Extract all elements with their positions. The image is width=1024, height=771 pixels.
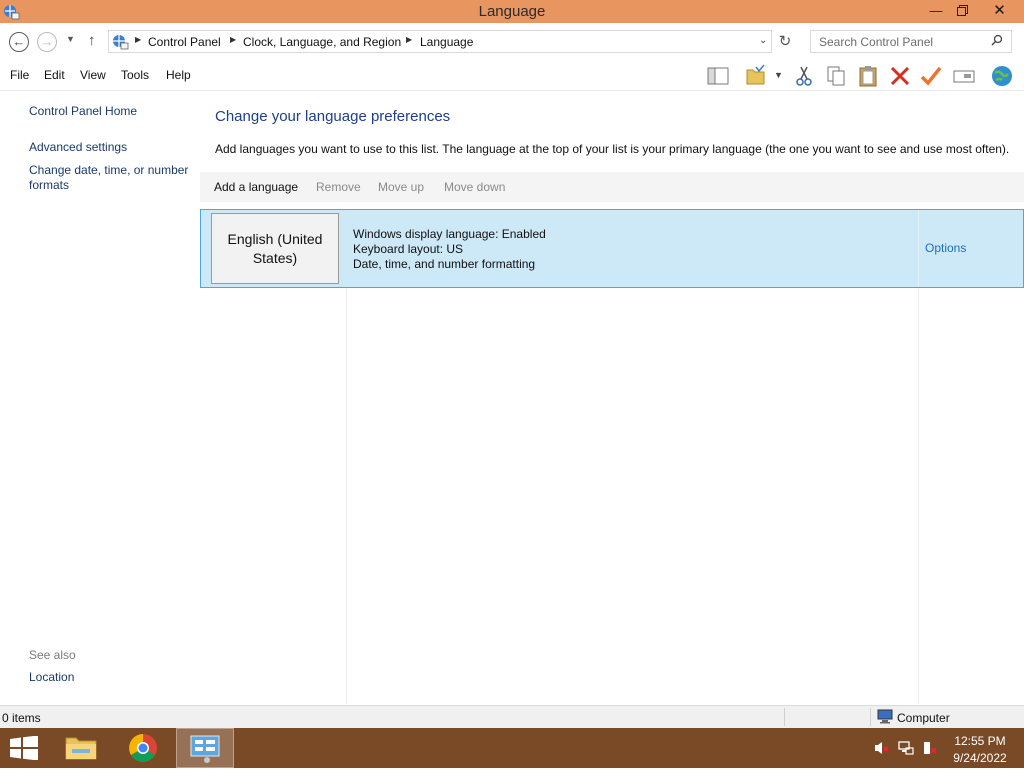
forward-button[interactable]: → — [37, 32, 57, 52]
formatting-status: Date, time, and number formatting — [353, 257, 536, 271]
up-button[interactable]: ↑ — [88, 32, 96, 49]
refresh-button[interactable]: ↻ — [775, 32, 795, 52]
language-tile[interactable]: English (United States) — [211, 213, 339, 284]
address-bar[interactable]: ▶ Control Panel ▶ Clock, Language, and R… — [108, 30, 772, 53]
menu-help[interactable]: Help — [166, 68, 191, 82]
window-title: Language — [478, 3, 546, 20]
folder-options-icon[interactable] — [744, 64, 768, 88]
back-button[interactable]: ← — [9, 32, 29, 52]
properties-check-icon[interactable] — [919, 64, 943, 88]
zone-label: Computer — [897, 711, 950, 725]
menu-edit[interactable]: Edit — [44, 68, 65, 82]
page-title: Change your language preferences — [215, 108, 451, 125]
clock-time[interactable]: 12:55 PM — [940, 734, 1020, 748]
layout-pane-icon[interactable] — [706, 64, 730, 88]
rename-icon[interactable] — [952, 64, 976, 88]
action-center-icon[interactable] — [922, 740, 938, 756]
folder-icon — [65, 737, 97, 760]
search-icon[interactable] — [991, 34, 1003, 49]
column-divider — [346, 288, 347, 704]
clock-date[interactable]: 9/24/2022 — [940, 751, 1020, 765]
network-icon[interactable] — [898, 740, 914, 756]
control-panel-icon — [190, 735, 220, 763]
breadcrumb-separator-icon[interactable]: ▶ — [406, 35, 412, 44]
row-divider — [918, 210, 919, 287]
cut-icon[interactable] — [792, 64, 816, 88]
status-bar: 0 items Computer — [0, 705, 1024, 728]
see-also-heading: See also — [29, 648, 76, 662]
menu-tools[interactable]: Tools — [121, 68, 149, 82]
copy-icon[interactable] — [824, 64, 848, 88]
move-down-button[interactable]: Move down — [444, 180, 505, 194]
page-description: Add languages you want to use to this li… — [215, 142, 1010, 156]
taskbar: 12:55 PM 9/24/2022 — [0, 728, 1024, 768]
control-panel-home-link[interactable]: Control Panel Home — [29, 104, 137, 119]
search-input[interactable] — [811, 31, 994, 52]
paste-icon[interactable] — [856, 64, 880, 88]
display-language-status: Windows display language: Enabled — [353, 227, 546, 241]
location-link[interactable]: Location — [29, 670, 74, 685]
breadcrumb-separator-icon[interactable]: ▶ — [135, 35, 141, 44]
add-language-button[interactable]: Add a language — [214, 180, 298, 194]
title-bar: Language — ✕ — [0, 0, 1024, 23]
status-divider — [870, 708, 871, 726]
address-row: ← → ▼ ↑ ▶ Control Panel ▶ Clock, Languag… — [0, 23, 1024, 61]
status-divider — [784, 708, 785, 726]
globe-icon[interactable] — [990, 64, 1014, 88]
keyboard-layout-status: Keyboard layout: US — [353, 242, 464, 256]
breadcrumb-separator-icon[interactable]: ▶ — [230, 35, 236, 44]
change-date-time-number-link[interactable]: Change date, time, or number formats — [29, 163, 188, 193]
column-divider — [918, 288, 919, 704]
control-panel-taskbar-button[interactable] — [176, 728, 234, 768]
language-list-item[interactable]: English (United States) Windows display … — [200, 209, 1024, 288]
file-explorer-taskbar-button[interactable] — [58, 728, 104, 768]
breadcrumb-language[interactable]: Language — [420, 34, 473, 50]
chevron-down-icon[interactable]: ⌄ — [759, 35, 767, 46]
chevron-down-icon[interactable]: ▼ — [774, 70, 783, 80]
close-button[interactable]: ✕ — [977, 0, 1022, 22]
item-count: 0 items — [2, 711, 41, 725]
move-up-button[interactable]: Move up — [378, 180, 424, 194]
remove-button[interactable]: Remove — [316, 180, 361, 194]
computer-icon — [877, 709, 893, 724]
control-panel-icon — [113, 35, 129, 50]
advanced-settings-link[interactable]: Advanced settings — [29, 140, 127, 155]
minimize-button[interactable]: — — [925, 0, 947, 22]
recent-locations-dropdown[interactable]: ▼ — [66, 34, 75, 44]
menu-view[interactable]: View — [80, 68, 106, 82]
command-bar: Add a language Remove Move up Move down — [200, 172, 1024, 202]
menu-bar: File Edit View Tools Help ▼ — [0, 61, 1024, 91]
chrome-taskbar-button[interactable] — [120, 728, 166, 768]
chrome-icon — [129, 734, 157, 762]
delete-icon[interactable] — [888, 64, 912, 88]
options-link[interactable]: Options — [925, 241, 966, 255]
restore-icon — [956, 5, 968, 16]
change-date-time-line1: Change date, time, or number — [29, 163, 189, 177]
search-box[interactable] — [810, 30, 1012, 53]
breadcrumb-clock-language-region[interactable]: Clock, Language, and Region — [243, 34, 401, 50]
change-date-time-line2: formats — [29, 178, 70, 192]
volume-muted-icon[interactable] — [874, 741, 890, 755]
breadcrumb-control-panel[interactable]: Control Panel — [148, 34, 221, 50]
windows-start-icon[interactable] — [10, 736, 38, 760]
menu-file[interactable]: File — [10, 68, 29, 82]
restore-button[interactable] — [950, 0, 974, 22]
